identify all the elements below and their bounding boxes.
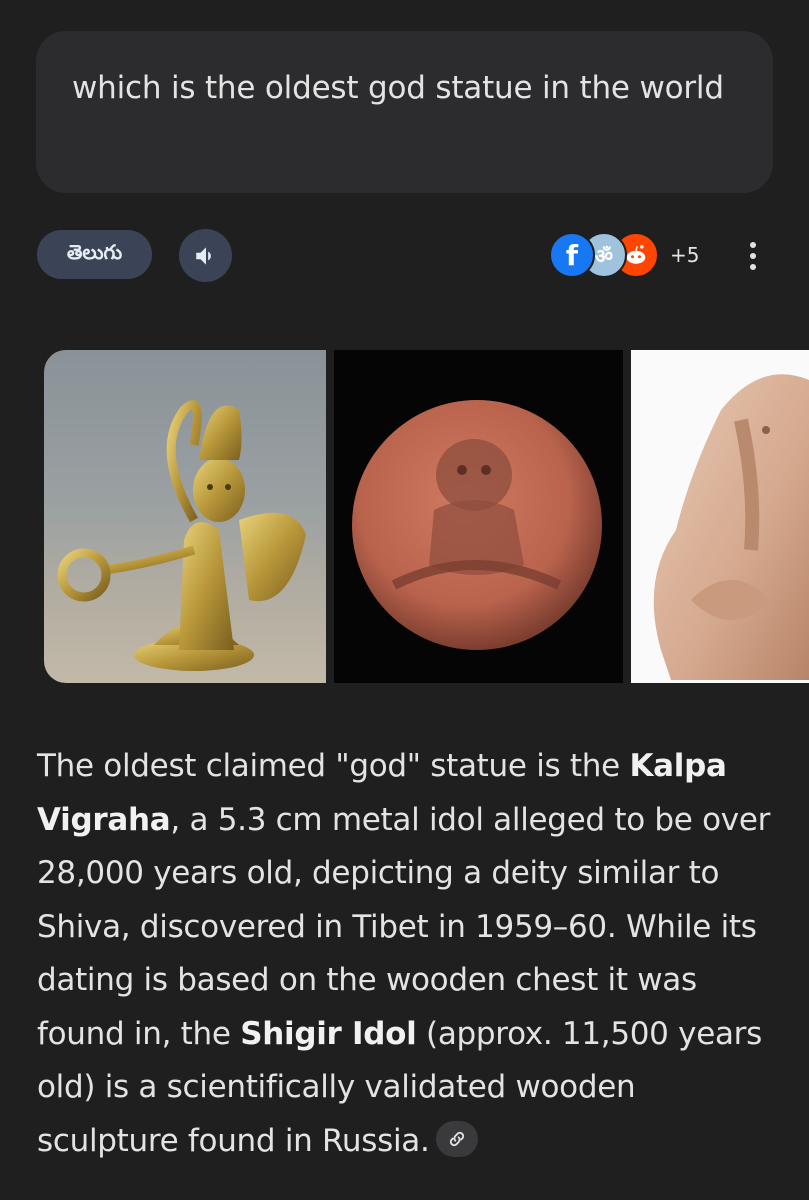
speaker-icon xyxy=(195,246,211,265)
answer-text: The oldest claimed "god" statue is the K… xyxy=(37,740,777,1168)
link-icon xyxy=(449,1131,464,1147)
round-clay-seal-image[interactable] xyxy=(334,350,623,683)
sources-count: +5 xyxy=(670,243,700,267)
more-vert-icon xyxy=(750,242,756,248)
answer-segment: , a 5.3 cm metal idol alleged to be over… xyxy=(37,801,771,1052)
golden-idol-image[interactable] xyxy=(44,350,326,683)
source-link-button[interactable] xyxy=(435,1121,478,1157)
sources-stack[interactable]: f ॐ +5 xyxy=(549,232,699,278)
clay-ganesha-figure-image[interactable] xyxy=(631,350,809,683)
listen-button[interactable] xyxy=(179,229,232,282)
more-options-button[interactable] xyxy=(738,236,768,276)
query-bubble: which is the oldest god statue in the wo… xyxy=(36,31,773,193)
query-text: which is the oldest god statue in the wo… xyxy=(72,70,724,106)
image-carousel[interactable] xyxy=(44,350,809,683)
facebook-icon: f xyxy=(549,232,595,278)
answer-bold-shigir-idol: Shigir Idol xyxy=(240,1015,417,1052)
language-chip[interactable]: తెలుగు xyxy=(37,230,152,279)
answer-segment: The oldest claimed "god" statue is the xyxy=(37,748,630,784)
